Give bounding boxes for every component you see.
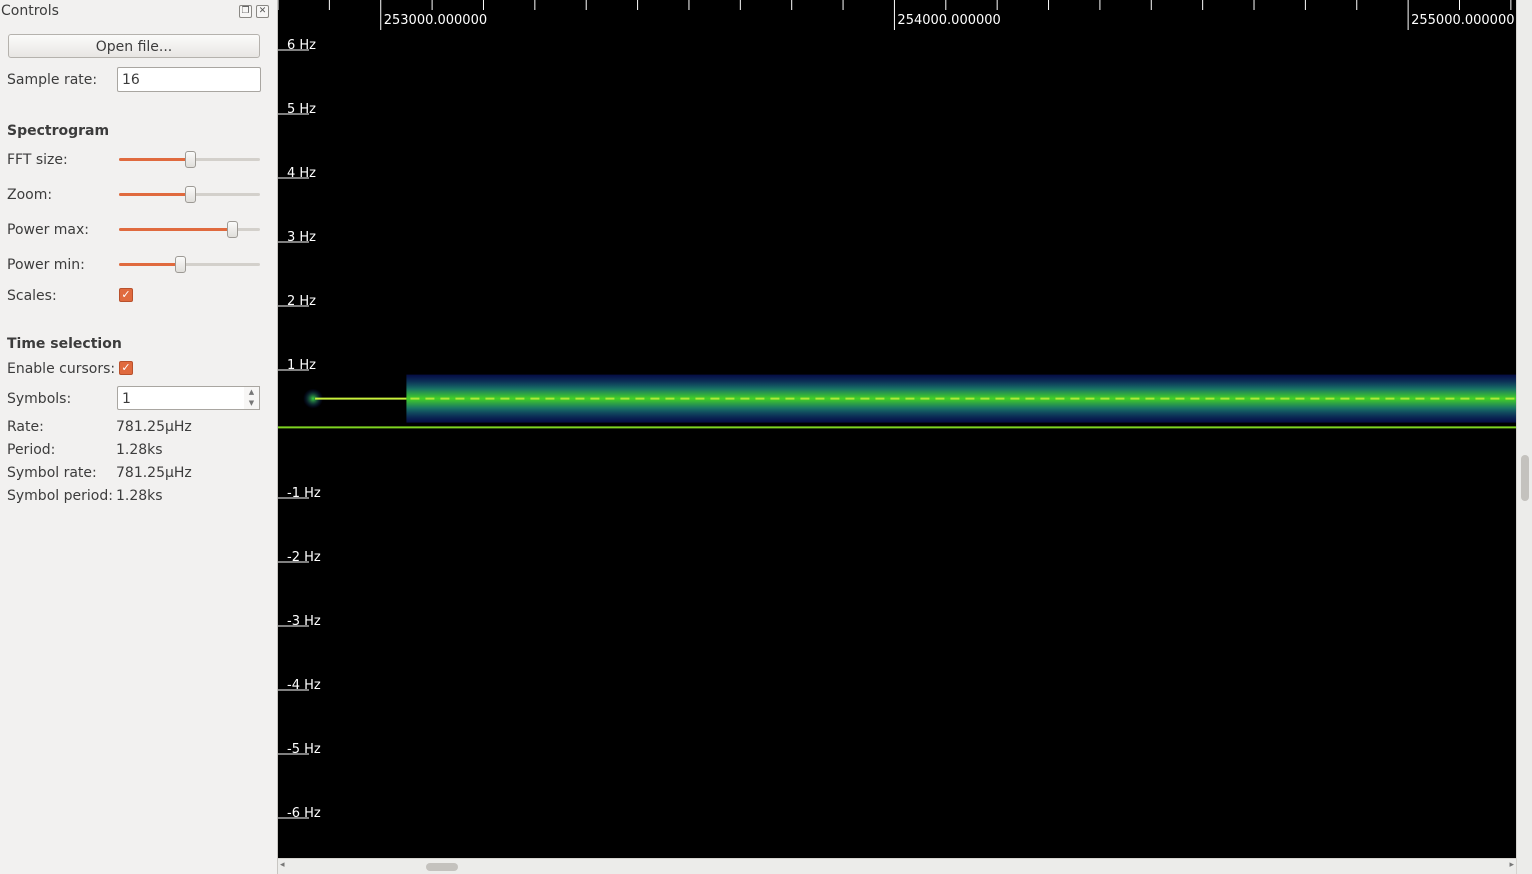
x-tick-label: 254000.000000 bbox=[897, 13, 1000, 28]
scales-label: Scales: bbox=[7, 288, 57, 304]
power-min-slider-handle[interactable] bbox=[175, 256, 186, 273]
power-max-slider[interactable] bbox=[119, 221, 260, 239]
controls-panel: Controls ❐ ✕ Open file... Sample rate: 1… bbox=[0, 0, 278, 874]
rate-value: 781.25µHz bbox=[116, 419, 192, 435]
fft-size-slider[interactable] bbox=[119, 151, 260, 169]
spectrogram-header: Spectrogram bbox=[7, 123, 110, 139]
y-tick-label: 2 Hz bbox=[287, 294, 316, 309]
symbols-label: Symbols: bbox=[7, 391, 72, 407]
scroll-right-icon[interactable]: ▸ bbox=[1509, 860, 1514, 870]
spin-up-icon[interactable]: ▲ bbox=[244, 387, 259, 398]
power-max-slider-handle[interactable] bbox=[227, 221, 238, 238]
symbols-spin-buttons[interactable]: ▲ ▼ bbox=[244, 386, 260, 410]
rate-label: Rate: bbox=[7, 419, 44, 435]
y-tick-label: -4 Hz bbox=[287, 678, 321, 693]
enable-cursors-label: Enable cursors: bbox=[7, 361, 116, 377]
y-tick-label: 1 Hz bbox=[287, 358, 316, 373]
x-tick-label: 253000.000000 bbox=[384, 13, 487, 28]
controls-title: Controls bbox=[1, 3, 59, 19]
sample-rate-input[interactable]: 16 bbox=[117, 67, 261, 92]
y-tick-label: -2 Hz bbox=[287, 550, 321, 565]
y-tick-label: 4 Hz bbox=[287, 166, 316, 181]
y-tick-label: 6 Hz bbox=[287, 38, 316, 53]
y-tick-label: 3 Hz bbox=[287, 230, 316, 245]
zoom-slider-handle[interactable] bbox=[185, 186, 196, 203]
scroll-left-icon[interactable]: ◂ bbox=[280, 860, 285, 870]
period-value: 1.28ks bbox=[116, 442, 163, 458]
zoom-label: Zoom: bbox=[7, 187, 53, 203]
y-tick-label: -1 Hz bbox=[287, 486, 321, 501]
horizontal-scrollbar[interactable]: ◂ ▸ bbox=[278, 858, 1516, 874]
vertical-scrollbar[interactable] bbox=[1516, 0, 1532, 874]
spectrogram-plot[interactable]: 253000.000000 254000.000000 255000.000000 6… bbox=[278, 0, 1516, 858]
fft-size-label: FFT size: bbox=[7, 152, 68, 168]
fft-size-slider-handle[interactable] bbox=[185, 151, 196, 168]
symbol-rate-label: Symbol rate: bbox=[7, 465, 97, 481]
open-file-button[interactable]: Open file... bbox=[8, 34, 260, 58]
scales-checkbox[interactable]: ✓ bbox=[119, 288, 133, 302]
power-min-slider[interactable] bbox=[119, 256, 260, 274]
x-tick-label: 255000.000000 bbox=[1411, 13, 1514, 28]
zoom-slider[interactable] bbox=[119, 186, 260, 204]
sample-rate-label: Sample rate: bbox=[7, 72, 98, 88]
symbol-period-value: 1.28ks bbox=[116, 488, 163, 504]
y-tick-label: -6 Hz bbox=[287, 806, 321, 821]
power-max-label: Power max: bbox=[7, 222, 89, 238]
symbols-spinbox[interactable]: 1 bbox=[117, 386, 245, 410]
power-min-label: Power min: bbox=[7, 257, 85, 273]
symbol-period-label: Symbol period: bbox=[7, 488, 113, 504]
horizontal-scrollbar-thumb[interactable] bbox=[426, 863, 458, 871]
spin-down-icon[interactable]: ▼ bbox=[244, 398, 259, 409]
vertical-scrollbar-thumb[interactable] bbox=[1521, 455, 1529, 501]
signal-band bbox=[406, 374, 1516, 423]
close-icon[interactable]: ✕ bbox=[256, 5, 269, 18]
y-tick-label: 5 Hz bbox=[287, 102, 316, 117]
float-icon[interactable]: ❐ bbox=[239, 5, 252, 18]
y-tick-label: -3 Hz bbox=[287, 614, 321, 629]
symbol-rate-value: 781.25µHz bbox=[116, 465, 192, 481]
period-label: Period: bbox=[7, 442, 56, 458]
time-selection-header: Time selection bbox=[7, 336, 122, 352]
enable-cursors-checkbox[interactable]: ✓ bbox=[119, 361, 133, 375]
y-tick-label: -5 Hz bbox=[287, 742, 321, 757]
